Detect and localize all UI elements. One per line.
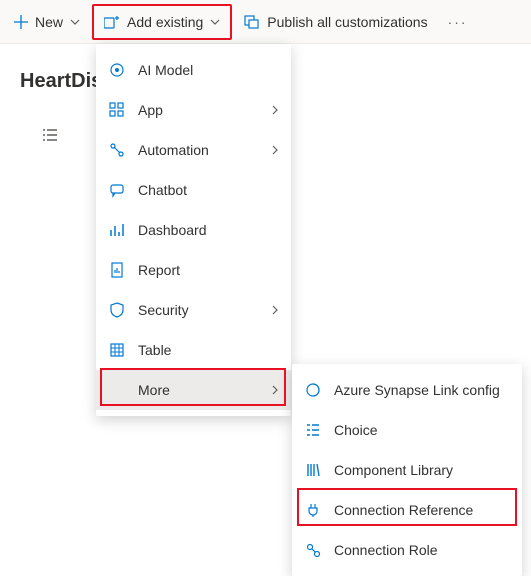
submenu-item-label: Connection Role xyxy=(334,542,438,558)
chevron-down-icon xyxy=(210,17,220,27)
submenu-item-azure-synapse[interactable]: Azure Synapse Link config xyxy=(292,370,522,410)
menu-item-label: Table xyxy=(138,342,279,358)
report-icon xyxy=(108,262,126,278)
library-icon xyxy=(304,462,322,478)
menu-item-label: Security xyxy=(138,302,259,318)
shield-icon xyxy=(108,302,126,318)
menu-item-label: Automation xyxy=(138,142,259,158)
menu-item-dashboard[interactable]: Dashboard xyxy=(96,210,291,250)
menu-item-ai-model[interactable]: AI Model xyxy=(96,50,291,90)
menu-item-chatbot[interactable]: Chatbot xyxy=(96,170,291,210)
menu-item-label: App xyxy=(138,102,259,118)
menu-item-automation[interactable]: Automation xyxy=(96,130,291,170)
add-existing-button[interactable]: Add existing xyxy=(92,4,232,40)
menu-item-report[interactable]: Report xyxy=(96,250,291,290)
table-icon xyxy=(108,342,126,358)
new-button[interactable]: New xyxy=(4,4,90,40)
chevron-right-icon xyxy=(271,385,279,395)
submenu-item-label: Azure Synapse Link config xyxy=(334,382,500,398)
app-icon xyxy=(108,102,126,118)
submenu-item-label: Connection Reference xyxy=(334,502,473,518)
automation-icon xyxy=(108,142,126,158)
more-submenu: Azure Synapse Link config Choice Compone… xyxy=(292,364,522,576)
chevron-right-icon xyxy=(271,305,279,315)
chevron-right-icon xyxy=(271,105,279,115)
synapse-icon xyxy=(304,382,322,398)
menu-item-security[interactable]: Security xyxy=(96,290,291,330)
publish-button[interactable]: Publish all customizations xyxy=(234,4,437,40)
submenu-item-label: Component Library xyxy=(334,462,453,478)
plus-icon xyxy=(14,15,28,29)
chevron-down-icon xyxy=(70,17,80,27)
chevron-right-icon xyxy=(271,145,279,155)
menu-item-label: Report xyxy=(138,262,279,278)
connection-role-icon xyxy=(304,542,322,558)
dashboard-icon xyxy=(108,222,126,238)
menu-item-label: More xyxy=(138,382,259,398)
new-button-label: New xyxy=(35,14,63,30)
choice-icon xyxy=(304,422,322,438)
submenu-item-choice[interactable]: Choice xyxy=(292,410,522,450)
menu-item-app[interactable]: App xyxy=(96,90,291,130)
list-view-icon[interactable] xyxy=(36,121,64,149)
menu-item-more[interactable]: More xyxy=(96,370,291,410)
add-existing-icon xyxy=(104,15,120,29)
add-existing-label: Add existing xyxy=(127,14,203,30)
publish-label: Publish all customizations xyxy=(267,14,427,30)
submenu-item-connection-role[interactable]: Connection Role xyxy=(292,530,522,570)
submenu-item-connection-reference[interactable]: Connection Reference xyxy=(292,490,522,530)
menu-item-label: Chatbot xyxy=(138,182,279,198)
submenu-item-component-library[interactable]: Component Library xyxy=(292,450,522,490)
menu-item-table[interactable]: Table xyxy=(96,330,291,370)
chatbot-icon xyxy=(108,182,126,198)
overflow-button[interactable]: ··· xyxy=(440,4,476,40)
plug-icon xyxy=(304,502,322,518)
submenu-item-label: Choice xyxy=(334,422,378,438)
add-existing-menu: AI Model App Automation Chatbot Dashboar… xyxy=(96,44,291,416)
menu-item-label: AI Model xyxy=(138,62,279,78)
ai-model-icon xyxy=(108,62,126,78)
publish-icon xyxy=(244,15,260,29)
menu-item-label: Dashboard xyxy=(138,222,279,238)
command-bar: New Add existing Publish all customizati… xyxy=(0,0,531,44)
